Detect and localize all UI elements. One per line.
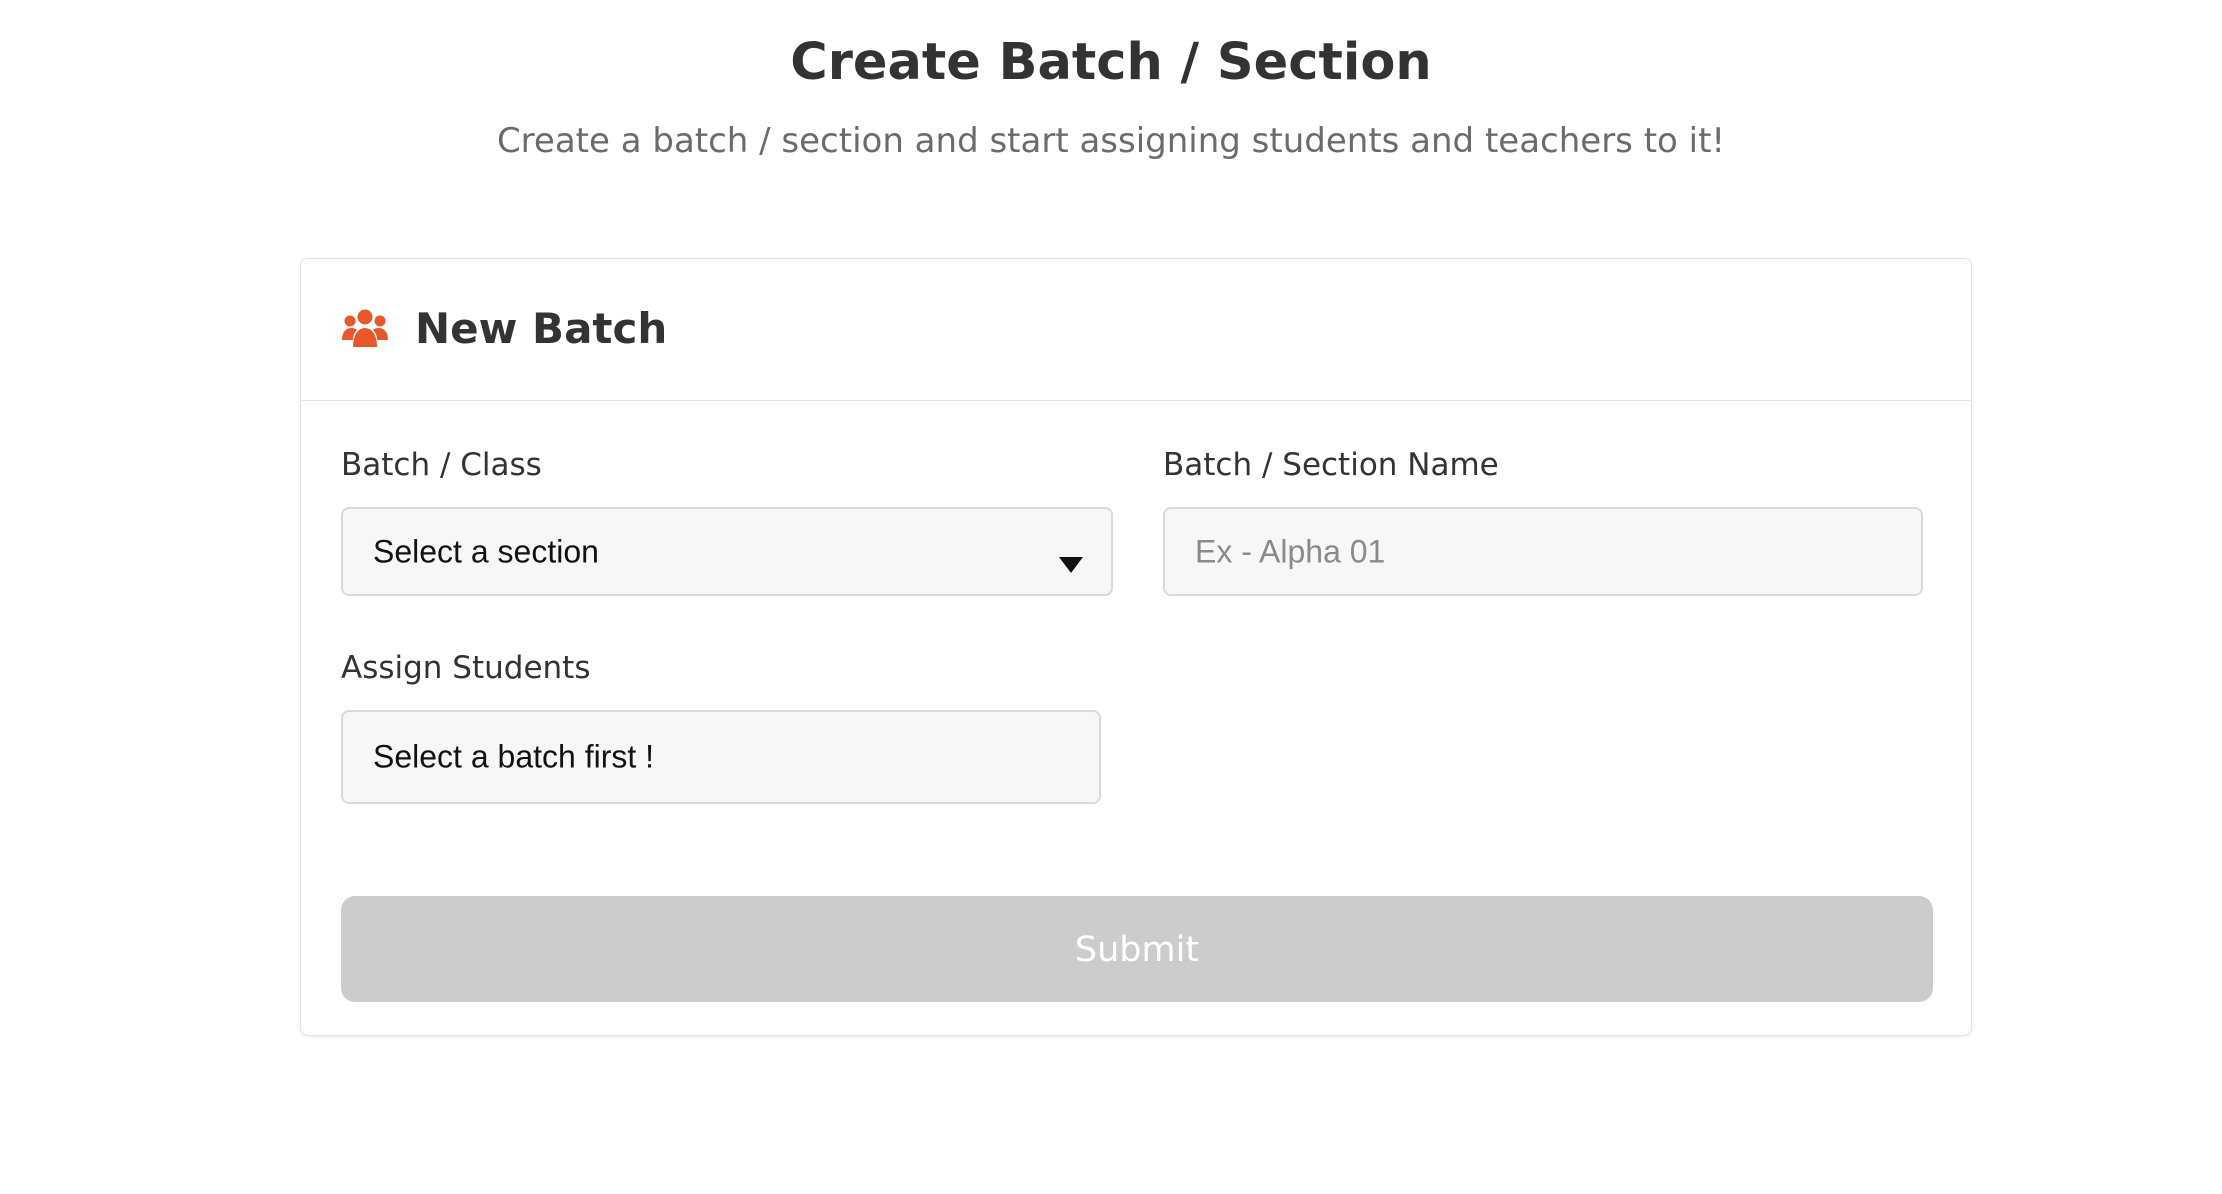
page-subtitle: Create a batch / section and start assig… bbox=[496, 121, 1726, 161]
caret-down-icon bbox=[1059, 544, 1083, 573]
batch-class-selected-value: Select a section bbox=[373, 533, 599, 569]
users-group-icon bbox=[341, 309, 389, 349]
batch-class-label: Batch / Class bbox=[341, 447, 542, 483]
page-title: Create Batch / Section bbox=[790, 33, 1432, 92]
card-header: New Batch bbox=[301, 259, 1971, 401]
card-title: New Batch bbox=[415, 304, 668, 353]
section-name-placeholder: Ex - Alpha 01 bbox=[1195, 533, 1386, 569]
submit-button[interactable]: Submit bbox=[341, 896, 1933, 1002]
section-name-input[interactable]: Ex - Alpha 01 bbox=[1163, 507, 1923, 596]
batch-class-select[interactable]: Select a section bbox=[341, 507, 1113, 596]
assign-students-field[interactable]: Select a batch first ! bbox=[341, 710, 1101, 804]
assign-students-label: Assign Students bbox=[341, 650, 591, 686]
new-batch-card: New Batch Batch / Class Select a section… bbox=[300, 258, 1972, 1036]
section-name-label: Batch / Section Name bbox=[1163, 447, 1499, 483]
assign-students-value: Select a batch first ! bbox=[373, 738, 655, 775]
